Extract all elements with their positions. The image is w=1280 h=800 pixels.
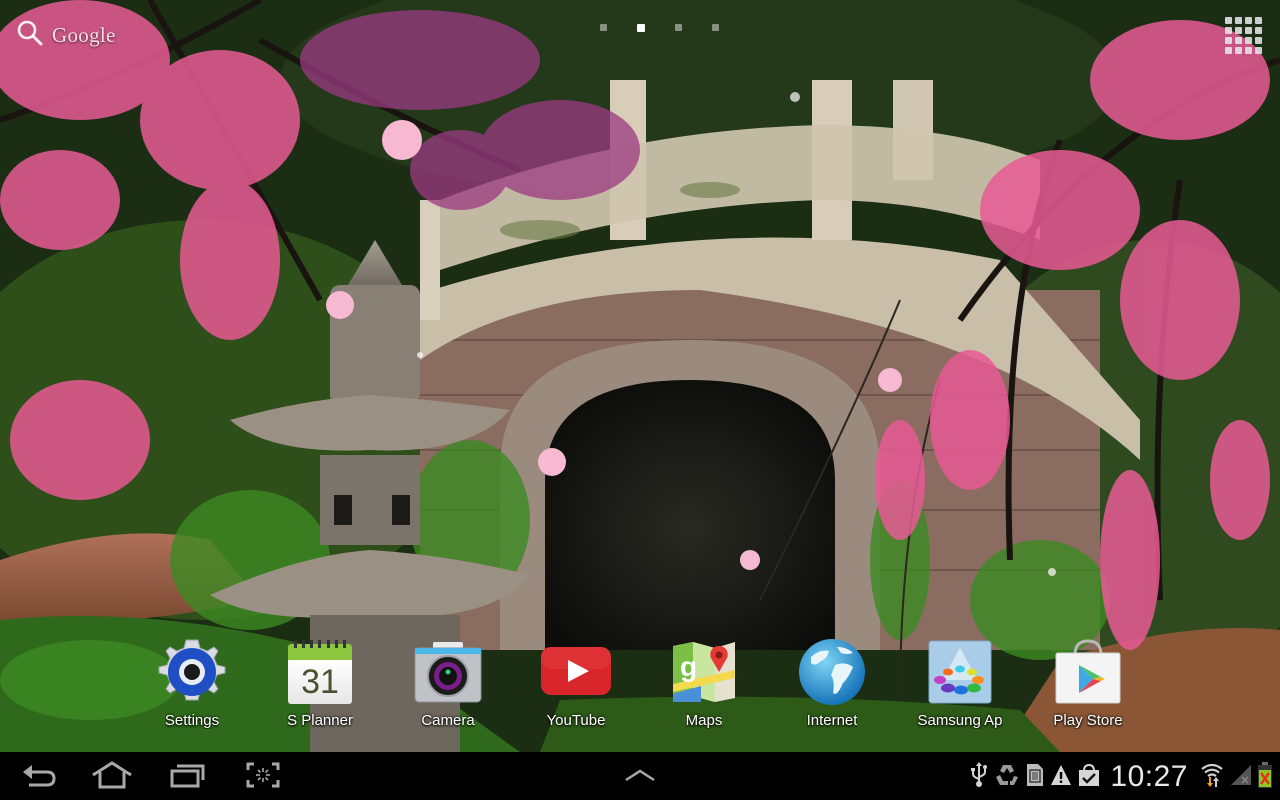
system-bar: 10:27 bbox=[0, 752, 1280, 800]
app-youtube[interactable]: YouTube bbox=[521, 636, 631, 736]
battery-not-charging-icon bbox=[1258, 761, 1272, 793]
app-label: Maps bbox=[685, 712, 723, 729]
screen-capture-icon bbox=[246, 762, 280, 793]
globe-icon bbox=[796, 636, 868, 708]
clock: 10:27 bbox=[1110, 760, 1188, 793]
samsung-apps-icon bbox=[924, 636, 996, 708]
app-label: YouTube bbox=[546, 712, 606, 729]
search-icon bbox=[16, 19, 44, 52]
app-internet[interactable]: Internet bbox=[777, 636, 887, 736]
calendar-icon: 31 bbox=[284, 636, 356, 708]
warning-icon bbox=[1050, 764, 1072, 791]
no-signal-icon bbox=[1230, 764, 1252, 791]
usb-icon bbox=[970, 761, 988, 793]
screenshot-button[interactable] bbox=[244, 760, 282, 794]
app-grid-icon bbox=[1225, 17, 1232, 24]
app-label: Internet bbox=[806, 712, 858, 729]
app-maps[interactable]: g Maps bbox=[649, 636, 759, 736]
camera-icon bbox=[412, 636, 484, 708]
status-area[interactable]: 10:27 bbox=[970, 758, 1272, 796]
page-indicator bbox=[600, 24, 719, 32]
app-label: Settings bbox=[164, 712, 220, 729]
home-icon bbox=[91, 760, 133, 794]
page-dot[interactable] bbox=[712, 24, 719, 31]
page-dot[interactable] bbox=[600, 24, 607, 31]
chevron-up-icon bbox=[624, 768, 656, 787]
back-button[interactable] bbox=[18, 760, 60, 794]
maps-icon: g bbox=[668, 636, 740, 708]
app-label: Samsung Ap bbox=[917, 712, 1003, 729]
apps-drawer-button[interactable] bbox=[1222, 14, 1266, 54]
sd-card-icon bbox=[1026, 763, 1044, 792]
wifi-activity-icon bbox=[1200, 762, 1224, 793]
app-label: Play Store bbox=[1053, 712, 1123, 729]
svg-text:g: g bbox=[680, 651, 697, 682]
settings-gear-icon bbox=[156, 636, 228, 708]
expand-tray-button[interactable] bbox=[620, 760, 660, 794]
calendar-date: 31 bbox=[301, 662, 339, 701]
google-search-widget[interactable]: Google bbox=[16, 18, 116, 52]
app-s-planner[interactable]: 31 S Planner bbox=[265, 636, 375, 736]
page-dot-active[interactable] bbox=[637, 24, 645, 32]
play-store-icon bbox=[1052, 636, 1124, 708]
back-icon bbox=[21, 762, 57, 793]
app-label: Camera bbox=[421, 712, 475, 729]
recent-apps-icon bbox=[169, 762, 205, 793]
home-button[interactable] bbox=[88, 760, 136, 794]
google-search-label: Google bbox=[52, 22, 116, 47]
app-settings[interactable]: Settings bbox=[137, 636, 247, 736]
app-camera[interactable]: Camera bbox=[393, 636, 503, 736]
app-label: S Planner bbox=[287, 712, 353, 729]
page-dot[interactable] bbox=[675, 24, 682, 31]
youtube-icon bbox=[540, 636, 612, 708]
shopping-bag-check-icon bbox=[1078, 763, 1100, 792]
app-samsung-apps[interactable]: Samsung Ap bbox=[905, 636, 1015, 736]
recycle-sync-icon bbox=[994, 763, 1020, 792]
app-play-store[interactable]: Play Store bbox=[1033, 636, 1143, 736]
recent-apps-button[interactable] bbox=[166, 760, 208, 794]
